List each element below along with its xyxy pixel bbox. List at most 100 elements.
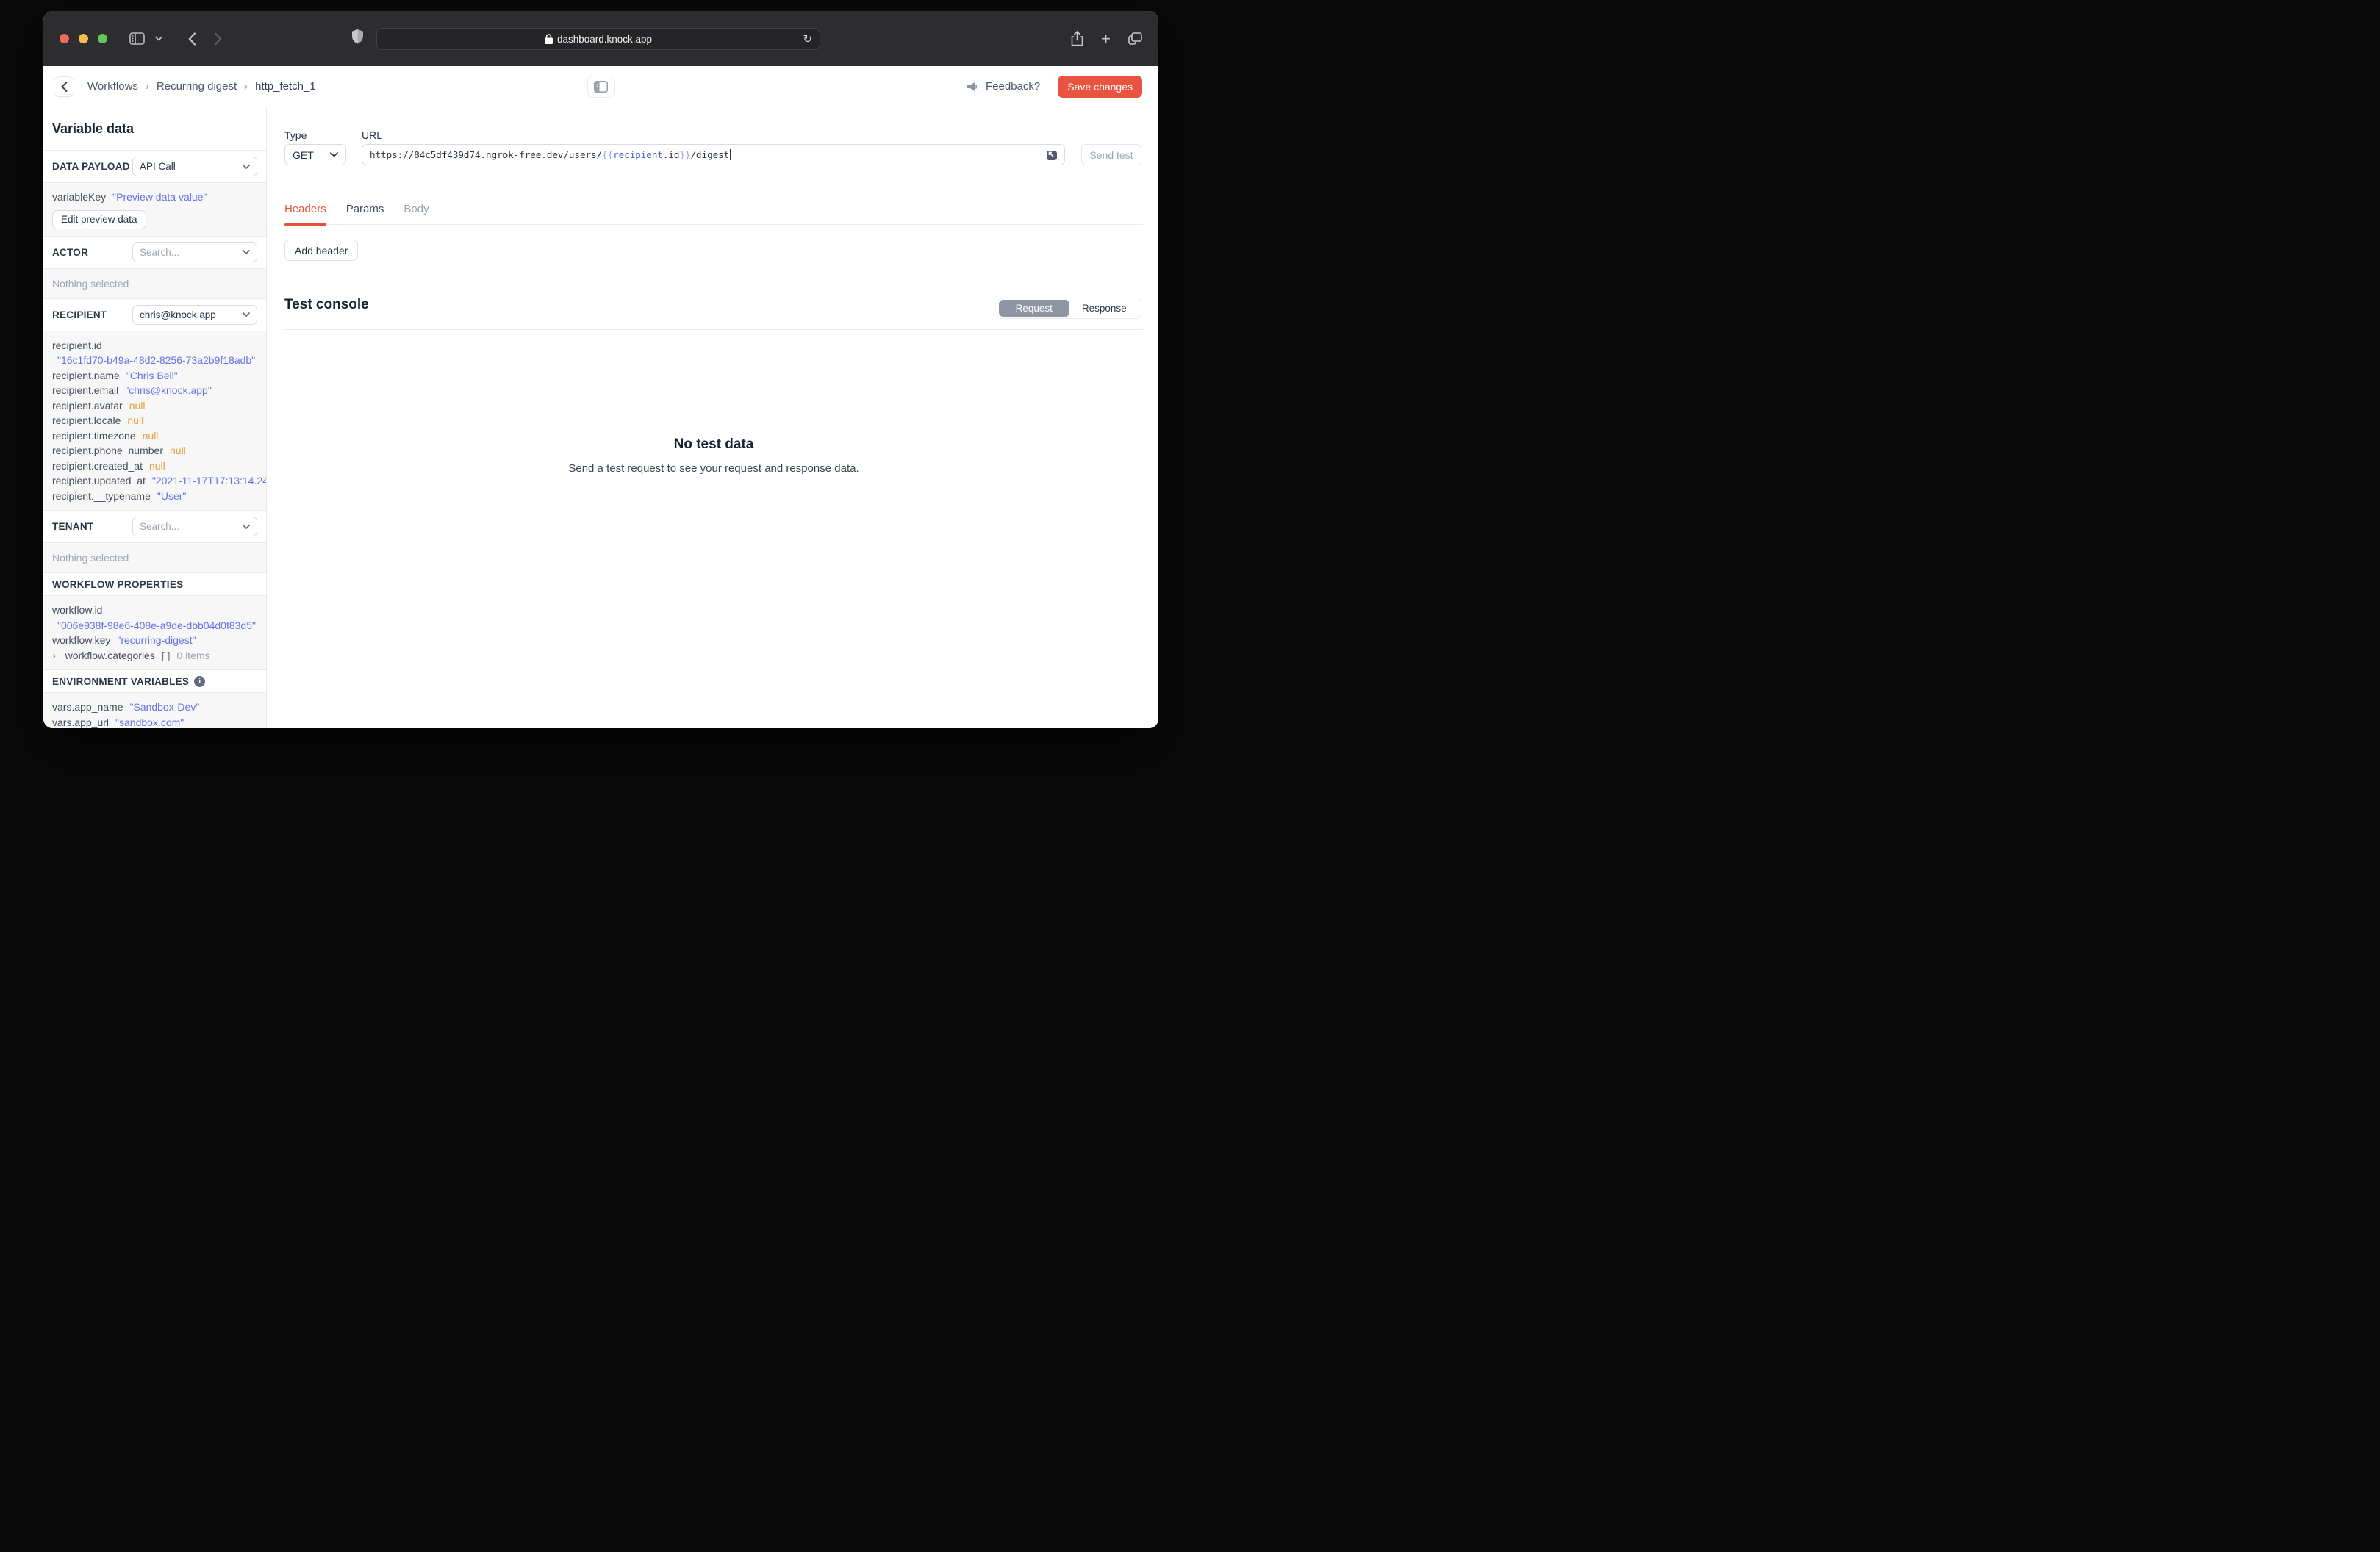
tab-overview-icon[interactable] bbox=[1128, 32, 1142, 45]
edit-preview-data-button[interactable]: Edit preview data bbox=[52, 209, 146, 229]
expand-chevron-icon[interactable]: › bbox=[52, 648, 56, 664]
empty-state-description: Send a test request to see your request … bbox=[568, 462, 859, 475]
actor-row: ACTOR Search... bbox=[43, 236, 266, 269]
back-button[interactable] bbox=[54, 76, 74, 97]
recipient-value: null bbox=[148, 459, 165, 472]
recipient-select[interactable]: chris@knock.app bbox=[132, 304, 257, 325]
info-icon[interactable]: i bbox=[194, 675, 206, 687]
method-value: GET bbox=[293, 148, 314, 161]
send-test-button[interactable]: Send test bbox=[1081, 144, 1141, 165]
chevron-down-icon bbox=[243, 312, 250, 317]
recipient-value: "chris@knock.app" bbox=[125, 384, 212, 396]
breadcrumb: Workflows › Recurring digest › http_fetc… bbox=[87, 80, 316, 93]
test-console-title: Test console bbox=[284, 297, 369, 312]
recipient-value: "User" bbox=[157, 489, 187, 502]
workflow-properties-heading: WORKFLOW PROPERTIES bbox=[43, 573, 266, 596]
actor-select[interactable]: Search... bbox=[132, 242, 257, 262]
data-payload-row: DATA PAYLOAD API Call bbox=[43, 151, 266, 183]
tab-headers[interactable]: Headers bbox=[284, 194, 326, 226]
workflow-properties-block: workflow.id "006e938f-98e6-408e-a9de-dbb… bbox=[43, 596, 266, 670]
method-select[interactable]: GET bbox=[284, 144, 346, 165]
breadcrumb-recurring-digest[interactable]: Recurring digest bbox=[157, 80, 237, 93]
address-bar[interactable]: dashboard.knock.app ↻ bbox=[376, 28, 820, 50]
workflow-id-key: workflow.id bbox=[52, 604, 103, 616]
breadcrumb-separator-icon: › bbox=[145, 80, 149, 93]
tenant-row: TENANT Search... bbox=[43, 511, 266, 543]
env-var-key: vars.app_name bbox=[52, 701, 123, 713]
recipient-value: null bbox=[142, 429, 159, 442]
actor-label: ACTOR bbox=[52, 246, 89, 258]
breadcrumb-workflows[interactable]: Workflows bbox=[87, 80, 138, 93]
chevron-down-icon bbox=[243, 250, 250, 254]
recipient-value: "Chris Bell" bbox=[126, 369, 178, 381]
request-editor-panel: Type GET URL https://84c5df439d74.ngrok-… bbox=[267, 107, 1158, 728]
workflow-key-value: "recurring-digest" bbox=[117, 634, 196, 646]
environment-variables-heading: ENVIRONMENT VARIABLES i bbox=[43, 670, 266, 693]
chevron-down-icon bbox=[330, 152, 338, 157]
recipient-key: recipient.updated_at bbox=[52, 475, 146, 486]
feedback-label: Feedback? bbox=[986, 80, 1041, 93]
feedback-link[interactable]: Feedback? bbox=[967, 80, 1040, 93]
zoom-window-button[interactable] bbox=[98, 34, 107, 43]
env-var-key: vars.app_url bbox=[52, 716, 110, 728]
url-label: URL bbox=[362, 129, 383, 141]
data-payload-value: API Call bbox=[140, 161, 176, 172]
new-tab-icon[interactable]: + bbox=[1101, 30, 1111, 47]
workflow-id-value: "006e938f-98e6-408e-a9de-dbb04d0f83d5" bbox=[57, 619, 256, 631]
tenant-select[interactable]: Search... bbox=[132, 517, 257, 536]
recipient-value: null bbox=[129, 399, 146, 412]
tab-body[interactable]: Body bbox=[404, 194, 429, 224]
actor-placeholder: Search... bbox=[140, 246, 180, 258]
url-segment: https://84c5df439d74.ngrok-free.dev/user… bbox=[370, 149, 603, 160]
add-header-button[interactable]: Add header bbox=[284, 240, 359, 261]
empty-state: No test data Send a test request to see … bbox=[284, 436, 1143, 475]
save-changes-button[interactable]: Save changes bbox=[1058, 75, 1142, 98]
workflow-categories-key: workflow.categories bbox=[65, 649, 155, 661]
recipient-value: null bbox=[170, 445, 186, 456]
environment-variables-label: ENVIRONMENT VARIABLES bbox=[52, 675, 190, 687]
url-input[interactable]: https://84c5df439d74.ngrok-free.dev/user… bbox=[362, 144, 1065, 165]
tab-params[interactable]: Params bbox=[346, 194, 384, 224]
traffic-lights bbox=[60, 34, 107, 43]
breadcrumb-http-fetch-1: http_fetch_1 bbox=[255, 80, 316, 93]
url-segment: {{ bbox=[602, 149, 614, 160]
share-icon[interactable] bbox=[1071, 31, 1083, 46]
text-cursor bbox=[730, 149, 731, 160]
recipient-key: recipient.timezone bbox=[52, 429, 136, 442]
panel-toggle-button[interactable] bbox=[587, 75, 615, 98]
chevron-down-icon bbox=[243, 164, 250, 169]
env-var-value: "sandbox.com" bbox=[115, 716, 184, 728]
preview-data-block: variableKey "Preview data value" Edit pr… bbox=[43, 183, 266, 237]
toggle-request[interactable]: Request bbox=[999, 300, 1069, 317]
recipient-value: null bbox=[127, 414, 144, 426]
toggle-response[interactable]: Response bbox=[1069, 300, 1140, 317]
workflow-categories-count: 0 items bbox=[176, 649, 210, 661]
minimize-window-button[interactable] bbox=[79, 34, 88, 43]
env-var-value: "Sandbox-Dev" bbox=[129, 701, 200, 713]
recipient-key: recipient.__typename bbox=[52, 489, 151, 502]
actor-empty-block: Nothing selected bbox=[43, 268, 266, 299]
browser-forward-icon[interactable] bbox=[214, 32, 222, 46]
recipient-selected-value: chris@knock.app bbox=[140, 309, 216, 320]
console-divider bbox=[284, 329, 1143, 330]
recipient-key: recipient.name bbox=[52, 369, 120, 381]
variable-data-sidebar: Variable data DATA PAYLOAD API Call vari… bbox=[43, 107, 267, 728]
sidebar-title: Variable data bbox=[43, 107, 266, 151]
reload-icon[interactable]: ↻ bbox=[803, 32, 812, 46]
privacy-shield-icon[interactable] bbox=[352, 29, 363, 44]
workflow-categories-row[interactable]: › workflow.categories [ ] 0 items bbox=[52, 648, 257, 664]
environment-variables-block: vars.app_name "Sandbox-Dev" vars.app_url "… bbox=[43, 693, 266, 728]
browser-back-icon[interactable] bbox=[188, 32, 196, 46]
browser-sidebar-icon[interactable] bbox=[129, 32, 145, 45]
close-window-button[interactable] bbox=[60, 34, 69, 43]
workflow-properties-label: WORKFLOW PROPERTIES bbox=[52, 578, 184, 590]
sidebar-chevron-down-icon[interactable] bbox=[155, 36, 162, 41]
expand-editor-icon[interactable] bbox=[1045, 148, 1058, 162]
preview-value: "Preview data value" bbox=[112, 191, 207, 203]
address-url: dashboard.knock.app bbox=[556, 33, 653, 45]
tenant-placeholder: Search... bbox=[140, 521, 180, 532]
recipient-value: "2021-11-17T17:13:14.240Z" bbox=[151, 475, 266, 486]
chevron-down-icon bbox=[243, 524, 250, 529]
data-payload-select[interactable]: API Call bbox=[132, 157, 257, 176]
workflow-key-key: workflow.key bbox=[52, 634, 111, 646]
